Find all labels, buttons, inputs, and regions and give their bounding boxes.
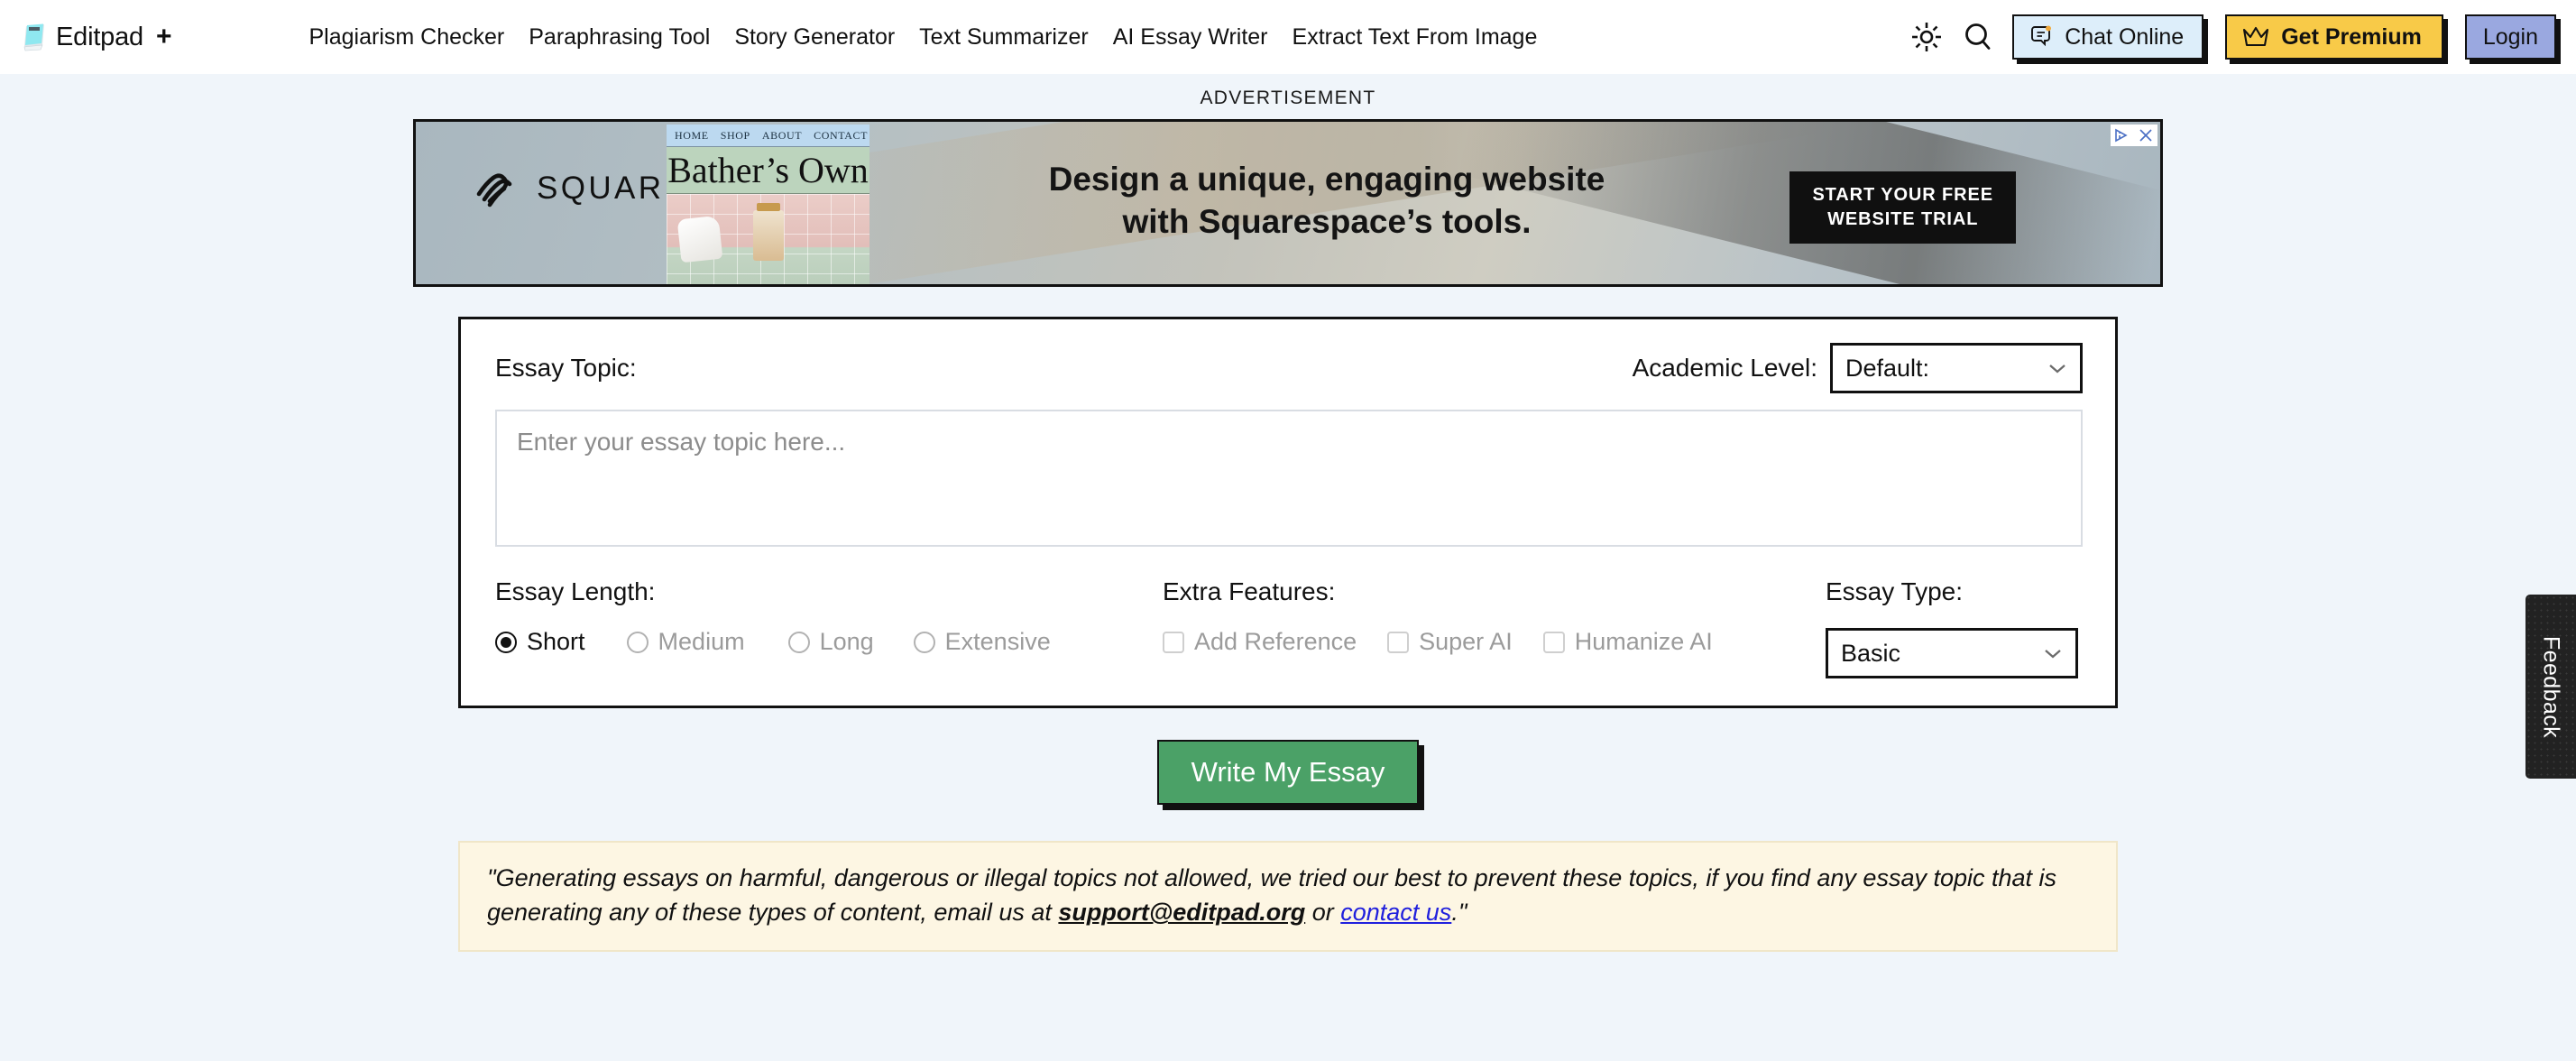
ad-cta-line-1: START YOUR FREE — [1812, 185, 1993, 205]
brand-plus-icon: + — [155, 22, 172, 51]
essay-length-options: Short Medium Long Extensive — [495, 628, 1163, 656]
radio-length-medium[interactable]: Medium — [626, 628, 745, 656]
radio-length-extensive[interactable]: Extensive — [913, 628, 1051, 656]
ad-headline: Design a unique, engaging website with S… — [921, 158, 1733, 244]
nav-item-story-generator[interactable]: Story Generator — [734, 24, 895, 51]
radio-length-short-label: Short — [527, 628, 585, 655]
chevron-down-icon — [2045, 650, 2061, 659]
feedback-label: Feedback — [2538, 635, 2564, 738]
radio-indicator-unselected — [626, 631, 649, 653]
nav-item-extract-text-from-image[interactable]: Extract Text From Image — [1293, 24, 1538, 51]
checkbox-indicator-unchecked — [1542, 631, 1565, 653]
chevron-down-icon — [2049, 364, 2065, 374]
nav-item-paraphrasing-tool[interactable]: Paraphrasing Tool — [529, 24, 710, 51]
squarespace-mark-icon — [476, 173, 512, 208]
get-premium-label: Get Premium — [2281, 23, 2422, 50]
ad-photo-bottle — [753, 203, 784, 261]
ad-headline-line-2: with Squarespace’s tools. — [1122, 203, 1532, 241]
radio-indicator-selected — [495, 631, 517, 653]
main-nav: Plagiarism Checker Paraphrasing Tool Sto… — [309, 24, 1538, 51]
chat-online-button[interactable]: Chat Online — [2012, 14, 2204, 60]
login-label: Login — [2482, 23, 2538, 50]
essay-length-label: Essay Length: — [495, 577, 656, 605]
ad-close-icon[interactable] — [2134, 125, 2157, 146]
crown-icon — [2243, 26, 2269, 47]
feedback-tab[interactable]: Feedback — [2525, 595, 2576, 779]
essay-type-value: Basic — [1841, 639, 1901, 667]
ad-preview-nav-about: ABOUT — [761, 128, 803, 142]
form-options-row: Essay Length: Short Medium Long Extensiv… — [495, 577, 2083, 678]
academic-level-label: Academic Level: — [1632, 354, 1817, 382]
search-icon[interactable] — [1962, 21, 1994, 53]
brand-logo-link[interactable]: Editpad + — [20, 22, 172, 52]
essay-topic-placeholder: Enter your essay topic here... — [517, 428, 846, 456]
extra-features-group: Extra Features: Add Reference Super AI H… — [1163, 577, 1826, 656]
essay-type-label: Essay Type: — [1826, 577, 1964, 605]
academic-level-select[interactable]: Default: — [1830, 343, 2083, 393]
notice-text-part-2: or — [1305, 899, 1341, 927]
notepad-icon — [23, 23, 44, 51]
extra-features-label: Extra Features: — [1163, 577, 1336, 605]
radio-length-extensive-label: Extensive — [944, 628, 1051, 655]
academic-level-group: Academic Level: Default: — [1633, 343, 2083, 393]
chat-online-label: Chat Online — [2065, 23, 2185, 50]
essay-writer-form: Essay Topic: Academic Level: Default: En… — [458, 317, 2118, 708]
checkbox-indicator-unchecked — [1163, 631, 1184, 653]
ad-preview-nav-contact: CONTACT — [814, 128, 869, 142]
site-header: Editpad + Plagiarism Checker Paraphrasin… — [0, 0, 2576, 74]
notice-text-part-3: ." — [1451, 899, 1467, 927]
essay-topic-label: Essay Topic: — [495, 354, 637, 382]
write-my-essay-button[interactable]: Write My Essay — [1156, 740, 1420, 805]
adchoices-icon[interactable] — [2111, 125, 2134, 146]
header-actions: Chat Online Get Premium Login — [1909, 14, 2560, 60]
checkbox-add-reference-label: Add Reference — [1194, 628, 1357, 655]
academic-level-value: Default: — [1845, 354, 1930, 382]
advertisement-banner[interactable]: SQUARESPACE HOME SHOP ABOUT CONTACT Bath… — [413, 119, 2163, 287]
nav-item-ai-essay-writer[interactable]: AI Essay Writer — [1113, 24, 1268, 51]
ad-cta-button[interactable]: START YOUR FREE WEBSITE TRIAL — [1789, 171, 2016, 244]
submit-area: Write My Essay — [0, 740, 2576, 805]
ad-site-preview: HOME SHOP ABOUT CONTACT Bather’s Own — [667, 125, 869, 284]
form-top-row: Essay Topic: Academic Level: Default: — [495, 343, 2083, 393]
checkbox-humanize-ai-label: Humanize AI — [1574, 628, 1713, 655]
radio-length-short[interactable]: Short — [495, 628, 585, 656]
radio-length-long-label: Long — [819, 628, 874, 655]
get-premium-button[interactable]: Get Premium — [2225, 14, 2443, 60]
chat-bubble-icon — [2031, 25, 2052, 47]
nav-item-text-summarizer[interactable]: Text Summarizer — [919, 24, 1089, 51]
ad-preview-nav-home: HOME — [675, 128, 709, 142]
brand-name: Editpad — [56, 22, 143, 51]
essay-topic-input[interactable]: Enter your essay topic here... — [495, 410, 2083, 547]
radio-indicator-unselected — [913, 631, 935, 653]
radio-length-long[interactable]: Long — [787, 628, 874, 656]
checkbox-super-ai-label: Super AI — [1419, 628, 1513, 655]
extra-features-options: Add Reference Super AI Humanize AI — [1163, 628, 1826, 656]
login-button[interactable]: Login — [2464, 14, 2556, 60]
ad-cta-line-2: WEBSITE TRIAL — [1827, 209, 1979, 229]
ad-site-preview-nav: HOME SHOP ABOUT CONTACT — [667, 125, 869, 147]
safety-notice: "Generating essays on harmful, dangerous… — [458, 841, 2118, 952]
ad-preview-nav-shop: SHOP — [720, 128, 750, 142]
essay-length-group: Essay Length: Short Medium Long Extensiv… — [495, 577, 1163, 656]
checkbox-indicator-unchecked — [1387, 631, 1410, 653]
radio-length-medium-label: Medium — [658, 628, 745, 655]
essay-type-select[interactable]: Basic — [1826, 628, 2078, 678]
essay-type-group: Essay Type: Basic — [1826, 577, 2083, 678]
sun-icon[interactable] — [1909, 20, 1944, 54]
ad-site-preview-title: Bather’s Own — [667, 147, 869, 194]
write-my-essay-label: Write My Essay — [1191, 756, 1385, 788]
ad-site-preview-photo — [667, 194, 869, 284]
contact-us-link[interactable]: contact us — [1340, 899, 1451, 926]
ad-badges — [2111, 125, 2157, 146]
checkbox-super-ai[interactable]: Super AI — [1387, 628, 1513, 656]
nav-item-plagiarism-checker[interactable]: Plagiarism Checker — [309, 24, 505, 51]
radio-indicator-unselected — [787, 631, 810, 653]
checkbox-humanize-ai[interactable]: Humanize AI — [1542, 628, 1713, 656]
ad-headline-line-1: Design a unique, engaging website — [1048, 161, 1605, 198]
support-email[interactable]: support@editpad.org — [1058, 899, 1305, 926]
advertisement-label: ADVERTISEMENT — [1200, 88, 1376, 108]
ad-photo-towel — [676, 215, 723, 263]
checkbox-add-reference[interactable]: Add Reference — [1163, 628, 1357, 656]
